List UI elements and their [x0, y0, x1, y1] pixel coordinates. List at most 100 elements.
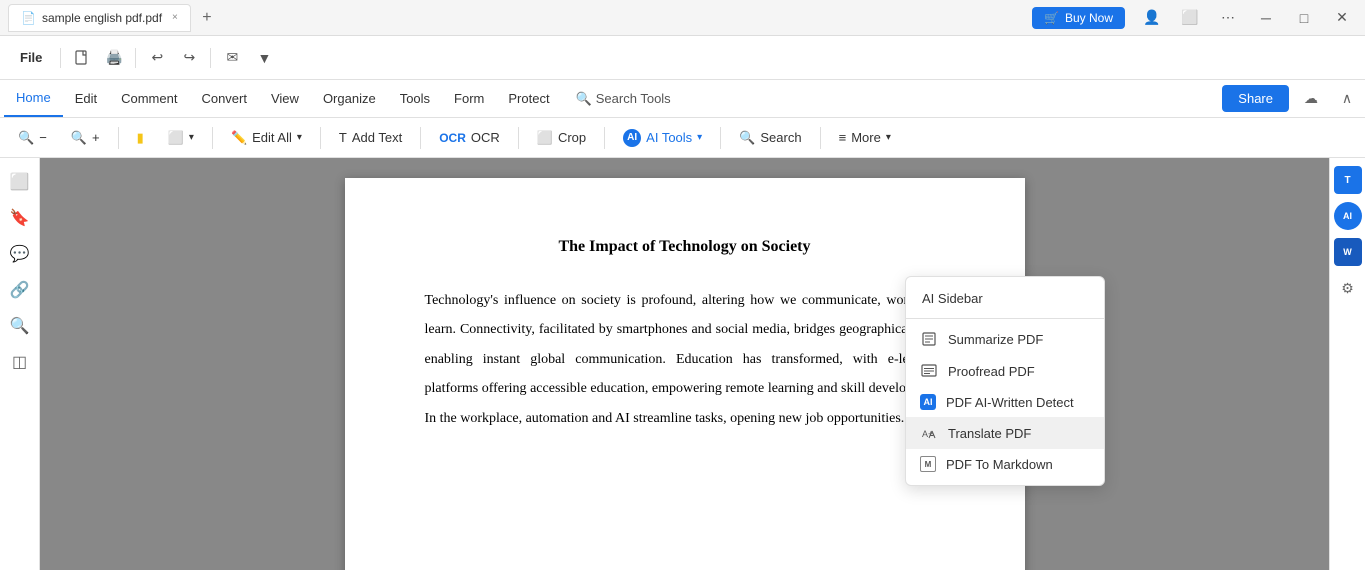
search-button[interactable]: 🔍 Search	[729, 125, 811, 151]
sidebar-bookmark-icon[interactable]: 🔖	[4, 202, 36, 234]
minimize-button[interactable]: ─	[1251, 3, 1281, 33]
edit-icon: ✏️	[231, 130, 247, 146]
menu-form[interactable]: Form	[442, 81, 496, 117]
share-button[interactable]: Share	[1222, 85, 1289, 112]
print-button[interactable]: 🖨️	[99, 43, 129, 73]
translate-label: Translate PDF	[948, 426, 1031, 441]
menu-home[interactable]: Home	[4, 81, 63, 117]
maximize-button[interactable]: □	[1289, 3, 1319, 33]
new-tab-button[interactable]: +	[195, 6, 219, 30]
menu-convert[interactable]: Convert	[189, 81, 259, 117]
ai-detect-label: PDF AI-Written Detect	[946, 395, 1074, 410]
menu-organize[interactable]: Organize	[311, 81, 388, 117]
cart-icon: 🛒	[1044, 11, 1059, 25]
download-button[interactable]: ▼	[249, 43, 279, 73]
ocr-icon: OCR	[439, 131, 466, 145]
ai-tools-button[interactable]: AI AI Tools ▾	[613, 124, 712, 152]
menu-bar: Home Edit Comment Convert View Organize …	[0, 80, 1365, 118]
search-tools-button[interactable]: 🔍 Search Tools	[566, 87, 681, 111]
markdown-icon: M	[920, 456, 936, 472]
dropdown-divider	[906, 318, 1104, 319]
tool-divider-4	[420, 127, 421, 149]
menu-view[interactable]: View	[259, 81, 311, 117]
tool-divider-5	[518, 127, 519, 149]
sidebar-link-icon[interactable]: 🔗	[4, 274, 36, 306]
edit-all-button[interactable]: ✏️ Edit All ▾	[221, 125, 312, 151]
select-button[interactable]: ⬜ ▾	[158, 125, 204, 151]
cloud-sync-icon[interactable]: ☁	[1297, 85, 1325, 113]
zoom-out-button[interactable]: 🔍 −	[8, 125, 57, 151]
right-ai-icon[interactable]: AI	[1334, 202, 1362, 230]
sidebar-layers-icon[interactable]: ◫	[4, 346, 36, 378]
tool-divider-1	[118, 127, 119, 149]
tab-item[interactable]: 📄 sample english pdf.pdf ×	[8, 4, 191, 32]
right-word-icon[interactable]: W	[1334, 238, 1362, 266]
main-area: ⬜ 🔖 💬 🔗 🔍 ◫ The Impact of Technology on …	[0, 158, 1365, 570]
zoom-in-icon: 🔍	[71, 130, 87, 146]
menu-protect[interactable]: Protect	[496, 81, 561, 117]
summarize-label: Summarize PDF	[948, 332, 1043, 347]
crop-button[interactable]: ⬜ Crop	[527, 125, 596, 151]
file-menu[interactable]: File	[8, 40, 54, 76]
ai-icon: AI	[623, 129, 641, 147]
close-window-button[interactable]: ✕	[1327, 3, 1357, 33]
pdf-markdown-item[interactable]: M PDF To Markdown	[906, 449, 1104, 479]
search-icon: 🔍	[739, 130, 755, 146]
undo-button[interactable]: ↩	[142, 43, 172, 73]
summarize-pdf-item[interactable]: Summarize PDF	[906, 323, 1104, 355]
markdown-label: PDF To Markdown	[946, 457, 1053, 472]
translate-pdf-item[interactable]: A+ Translate PDF	[906, 417, 1104, 449]
sidebar-search-icon[interactable]: 🔍	[4, 310, 36, 342]
ai-tools-dropdown[interactable]: AI Sidebar Summarize PDF Proofread PDF A…	[905, 276, 1105, 486]
sidebar-thumbnail-icon[interactable]: ⬜	[4, 166, 36, 198]
tool-divider-7	[720, 127, 721, 149]
collapse-icon[interactable]: ∧	[1333, 85, 1361, 113]
right-translate-icon[interactable]: T	[1334, 166, 1362, 194]
toolbar-divider-1	[60, 48, 61, 68]
menu-edit[interactable]: Edit	[63, 81, 109, 117]
tool-divider-2	[212, 127, 213, 149]
tab-close-button[interactable]: ×	[172, 12, 178, 23]
add-text-button[interactable]: T Add Text	[329, 125, 412, 150]
highlight-button[interactable]: ▮	[127, 125, 154, 151]
translate-icon: A+	[920, 424, 938, 442]
more-button[interactable]: ≡ More ▾	[829, 125, 901, 150]
toolbar-divider-2	[135, 48, 136, 68]
tool-divider-3	[320, 127, 321, 149]
ocr-button[interactable]: OCR OCR	[429, 125, 510, 150]
ai-detect-item[interactable]: AI PDF AI-Written Detect	[906, 387, 1104, 417]
redo-button[interactable]: ↪	[174, 43, 204, 73]
add-text-icon: T	[339, 130, 347, 145]
new-file-icon	[74, 50, 90, 66]
ai-detect-icon: AI	[920, 394, 936, 410]
proofread-icon	[920, 362, 938, 380]
proofread-label: Proofread PDF	[948, 364, 1035, 379]
pdf-canvas: The Impact of Technology on Society Tech…	[40, 158, 1329, 570]
proofread-pdf-item[interactable]: Proofread PDF	[906, 355, 1104, 387]
zoom-out-icon: 🔍	[18, 130, 34, 146]
more-options-icon[interactable]: ⋯	[1213, 3, 1243, 33]
search-tools-icon: 🔍	[576, 91, 592, 107]
email-button[interactable]: ✉	[217, 43, 247, 73]
top-toolbar: File 🖨️ ↩ ↪ ✉ ▼	[0, 36, 1365, 80]
tab-title: sample english pdf.pdf	[42, 11, 162, 25]
secondary-toolbar: 🔍 − 🔍 + ▮ ⬜ ▾ ✏️ Edit All ▾ T Add Text O…	[0, 118, 1365, 158]
user-icon[interactable]: 👤	[1137, 3, 1167, 33]
menu-tools[interactable]: Tools	[388, 81, 442, 117]
tab-bar: 📄 sample english pdf.pdf × + 🛒 Buy Now 👤…	[0, 0, 1365, 36]
zoom-in-button[interactable]: 🔍 +	[61, 125, 110, 151]
buy-now-button[interactable]: 🛒 Buy Now	[1032, 7, 1125, 29]
select-icon: ⬜	[168, 130, 184, 146]
window-icon[interactable]: ⬜	[1175, 3, 1205, 33]
new-file-button[interactable]	[67, 43, 97, 73]
crop-icon: ⬜	[537, 130, 553, 146]
left-sidebar: ⬜ 🔖 💬 🔗 🔍 ◫	[0, 158, 40, 570]
summarize-icon	[920, 330, 938, 348]
menu-comment[interactable]: Comment	[109, 81, 189, 117]
right-sidebar: T AI W ⚙	[1329, 158, 1365, 570]
sidebar-comment-icon[interactable]: 💬	[4, 238, 36, 270]
pdf-title: The Impact of Technology on Society	[425, 238, 945, 256]
right-settings-icon[interactable]: ⚙	[1334, 274, 1362, 302]
highlight-icon: ▮	[137, 130, 144, 146]
pdf-body: Technology's influence on society is pro…	[425, 286, 945, 433]
